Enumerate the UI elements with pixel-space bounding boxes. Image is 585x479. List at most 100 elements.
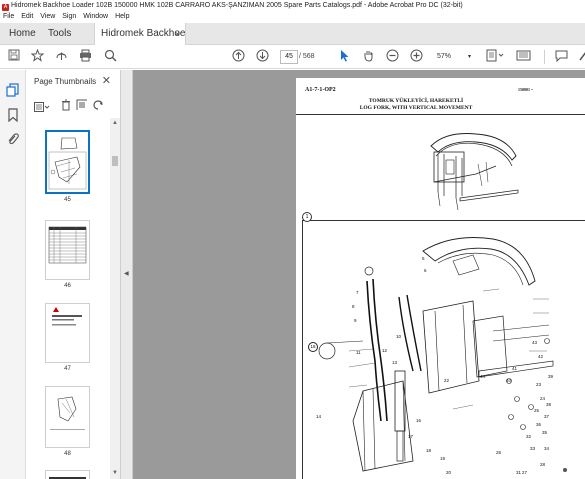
select-arrow-icon[interactable] [339, 49, 351, 65]
page-total: / 568 [299, 53, 315, 60]
thumbnail-page-45[interactable] [45, 130, 90, 194]
thumbnail-label: 47 [64, 366, 71, 372]
bookmark-icon[interactable] [6, 108, 20, 123]
upload-icon[interactable] [55, 49, 69, 65]
part-number-label: 26 [496, 450, 502, 455]
acrobat-logo-icon: A [2, 4, 9, 11]
page-thumbnails-icon[interactable] [6, 83, 20, 97]
document-view[interactable]: A1-7-1-OP2 150001 ~ TOMRUK YÜKLEYİCİ, HA… [133, 70, 585, 479]
part-number-label: 41 [512, 366, 518, 371]
part-number-label: 33 [530, 446, 536, 451]
panel-splitter[interactable]: ◀ [121, 70, 133, 479]
zoom-out-icon[interactable] [386, 49, 400, 65]
chevron-down-icon: ▾ [467, 54, 471, 60]
page-header-code: A1-7-1-OP2 [305, 87, 336, 93]
part-number-label: 18 [426, 448, 432, 453]
thumbnail-scrollbar[interactable]: ▲ ▼ [110, 118, 120, 479]
extract-page-icon[interactable] [76, 98, 88, 116]
pen-icon[interactable] [578, 49, 585, 65]
part-number-label: 40 [506, 378, 512, 383]
thumbnail-page-49[interactable] [45, 470, 90, 479]
comment-icon[interactable] [555, 49, 569, 65]
page-indicator-dot [563, 468, 567, 472]
zoom-in-icon[interactable] [410, 49, 424, 65]
menu-view[interactable]: View [40, 13, 55, 20]
part-number-label: 28 [540, 462, 546, 467]
thumbnail-label: 48 [64, 451, 71, 457]
part-number-label: 37 [544, 414, 550, 419]
menu-file[interactable]: File [3, 13, 14, 20]
collapse-panel-icon[interactable]: ◀ [124, 270, 129, 277]
page-down-icon[interactable] [256, 49, 270, 65]
part-number-label: 5 [422, 256, 425, 261]
part-number-label: 17 [408, 434, 414, 439]
part-number-label: 14 [316, 414, 322, 419]
part-number-label: 22 [444, 378, 450, 383]
rotate-page-icon[interactable] [92, 98, 104, 116]
tab-tools[interactable]: Tools [48, 23, 71, 45]
page-title-turkish: TOMRUK YÜKLEYİCİ, HAREKETLİ [368, 98, 464, 104]
part-number-label: 31 [516, 470, 522, 475]
part-number-label: 12 [382, 348, 388, 353]
part-number-label: 7 [356, 290, 359, 295]
read-mode-icon[interactable] [516, 49, 534, 65]
tab-document[interactable]: Hidromek Backhoe ... × [94, 23, 186, 45]
part-number-label: 9 [354, 318, 357, 323]
menu-sign[interactable]: Sign [62, 13, 76, 20]
tab-home[interactable]: Home [9, 23, 36, 45]
part-number-label: 13 [392, 360, 398, 365]
panel-close-icon[interactable]: ✕ [102, 74, 111, 87]
part-number-label: 36 [536, 422, 542, 427]
page-header-serial: 150001 ~ [518, 87, 534, 92]
page-number-input[interactable]: 45 [280, 50, 298, 64]
exploded-parts-diagram [318, 237, 554, 472]
thumbnail-label: 46 [64, 283, 71, 289]
tab-bar: Home Tools Hidromek Backhoe ... × [0, 23, 585, 45]
page-title-english: LOG FORK, WITH VERTICAL MOVEMENT [359, 105, 473, 111]
part-number-label: 38 [546, 402, 552, 407]
tab-document-label: Hidromek Backhoe ... [101, 28, 186, 39]
save-icon[interactable] [8, 49, 22, 65]
zoom-value: 57% [437, 53, 452, 60]
part-number-label: 44 [480, 374, 486, 379]
title-bar: A Hidromek Backhoe Loader 102B 150000 HMK… [0, 0, 585, 11]
zoom-select[interactable]: 57% ▾ [437, 50, 473, 64]
thumbnail-list: 45 46 47 48 [26, 118, 110, 479]
hand-icon[interactable] [362, 49, 376, 65]
fit-page-icon[interactable] [486, 49, 504, 65]
thumbnail-page-47[interactable] [45, 303, 90, 363]
menu-window[interactable]: Window [83, 13, 108, 20]
zoom-search-icon[interactable] [104, 49, 118, 65]
part-number-label: 11 [356, 350, 361, 355]
callout-circle: 15 [308, 342, 318, 352]
part-number-label: 24 [540, 396, 546, 401]
part-number-label: 6 [424, 268, 427, 273]
diagram-number: 1 [302, 212, 312, 222]
thumbnail-page-48[interactable] [45, 386, 90, 448]
exploded-diagram-frame [302, 220, 585, 479]
thumbnail-page-46[interactable] [45, 220, 90, 280]
thumbnail-label: 45 [64, 197, 71, 203]
part-number-label: 8 [352, 304, 355, 309]
navigation-rail [0, 70, 26, 479]
print-icon[interactable] [79, 49, 93, 65]
part-number-label: 20 [446, 470, 452, 475]
page-up-icon[interactable] [232, 49, 246, 65]
scroll-up-icon[interactable]: ▲ [111, 120, 119, 126]
bookmark-star-icon[interactable] [31, 49, 45, 65]
tab-close-icon[interactable]: × [175, 23, 180, 45]
menu-edit[interactable]: Edit [21, 13, 33, 20]
attachment-paperclip-icon[interactable] [6, 132, 20, 146]
thumbnail-options-icon[interactable] [34, 99, 50, 117]
page-thumbnails-panel: Page Thumbnails ✕ 45 46 47 48 ▲ ▼ [26, 70, 121, 479]
toolbar: 45 / 568 57% ▾ [0, 45, 585, 69]
log-fork-overview-drawing [430, 133, 519, 211]
scroll-down-icon[interactable]: ▼ [111, 470, 119, 476]
panel-title: Page Thumbnails [34, 77, 97, 86]
delete-page-icon[interactable] [61, 98, 71, 116]
part-number-label: 10 [396, 334, 402, 339]
scrollbar-thumb[interactable] [112, 156, 118, 166]
menu-help[interactable]: Help [115, 13, 129, 20]
toolbar-separator [544, 50, 545, 64]
part-number-label: 39 [548, 374, 554, 379]
